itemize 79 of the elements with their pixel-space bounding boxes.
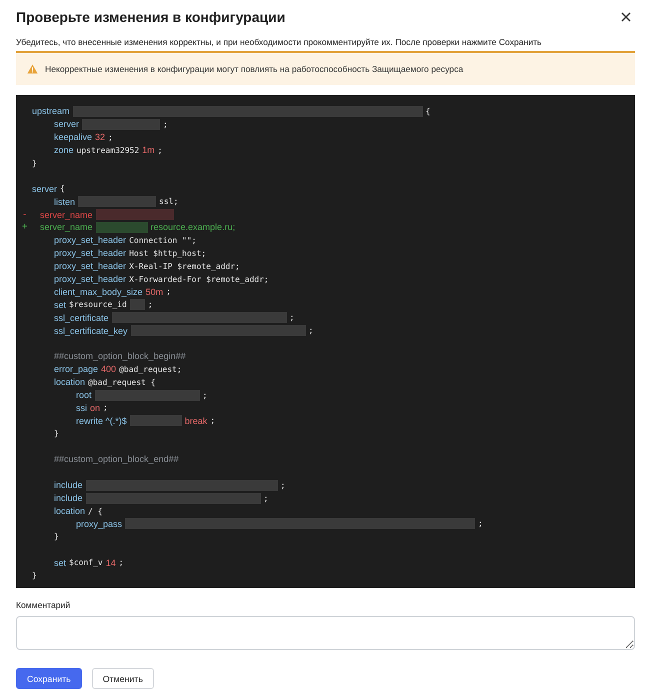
code-token: break — [184, 416, 208, 426]
redacted-block — [130, 299, 145, 310]
code-token: client_max_body_size — [54, 286, 143, 297]
code-token: 1m — [142, 145, 155, 156]
code-token: ; — [158, 146, 162, 155]
code-token: ssl_certificate — [54, 312, 109, 323]
code-token: Host $http_host; — [129, 248, 206, 258]
comment-label: Комментарий — [16, 600, 72, 610]
code-token: on — [90, 402, 100, 413]
code-token: keepalive — [54, 132, 92, 142]
code-token: ; — [108, 132, 113, 142]
code-token: 50m — [146, 286, 164, 297]
code-token: ssi — [76, 402, 87, 413]
dialog-title: Проверьте изменения в конфигурации — [16, 9, 286, 25]
code-token: upstream32952 — [76, 146, 140, 155]
code-token: ; — [264, 494, 268, 503]
code-token: proxy_set_header — [54, 235, 126, 246]
code-token: server_name — [40, 210, 93, 220]
close-icon[interactable] — [621, 12, 631, 22]
code-token: Connection ""; — [129, 236, 196, 245]
code-token: ; — [118, 558, 124, 568]
code-token: } — [32, 571, 37, 580]
code-token: } — [54, 532, 59, 542]
code-token: ; — [166, 287, 171, 296]
code-token: 400 — [101, 364, 116, 374]
code-token: ; — [202, 390, 208, 400]
code-token: X-Forwarded-For $remote_addr; — [129, 274, 269, 284]
code-token: rewrite ^(.*)$ — [76, 416, 127, 426]
code-token: X-Real-IP $remote_addr; — [129, 262, 240, 271]
code-token: / { — [88, 506, 102, 516]
code-token: proxy_set_header — [54, 248, 126, 258]
code-token: server — [54, 119, 80, 130]
code-token: @bad_request { — [88, 378, 156, 387]
code-token: { — [60, 184, 65, 194]
code-token: ; — [163, 120, 168, 129]
code-token: ##custom_option_block_begin## — [54, 351, 186, 362]
code-token: } — [32, 158, 37, 168]
code-token: ; — [210, 416, 216, 426]
code-token: ##custom_option_block_end## — [54, 454, 179, 464]
code-token: server_name — [40, 222, 93, 232]
code-token: $resource_id — [69, 300, 127, 310]
code-token: ; — [308, 326, 314, 336]
code-token: root — [76, 390, 92, 400]
code-token: ; — [148, 300, 153, 310]
code-token: server — [32, 184, 58, 194]
code-token: set — [54, 300, 66, 310]
code-token: upstream — [32, 106, 70, 116]
diff-marker: - — [22, 210, 28, 220]
code-token: include — [54, 480, 83, 490]
code-token: error_page — [54, 364, 98, 374]
diff-marker: + — [22, 222, 28, 232]
code-token: @bad_request; — [119, 364, 182, 374]
code-token: 32 — [95, 132, 106, 142]
save-button[interactable]: Сохранить — [16, 668, 82, 689]
code-token: ssl; — [159, 197, 178, 206]
code-token: { — [426, 106, 430, 116]
redacted-block — [130, 415, 182, 426]
code-token: } — [54, 429, 59, 438]
warning-text: Некорректные изменения в конфигурации могут повлиять на работоспособность Защищаемого ресурса — [45, 64, 464, 74]
cancel-button[interactable]: Отменить — [92, 668, 154, 689]
code-token: resource.example.ru; — [150, 222, 236, 232]
code-token: proxy_pass — [76, 518, 122, 529]
code-token: proxy_set_header — [54, 261, 126, 272]
code-token: proxy_set_header — [54, 274, 126, 284]
code-token: listen — [54, 196, 76, 207]
code-token: zone — [54, 145, 74, 156]
code-token: 14 — [106, 558, 116, 568]
code-token: $conf_v — [69, 558, 103, 568]
comment-field[interactable] — [16, 616, 635, 650]
code-token: ; — [290, 313, 294, 322]
warning-icon — [27, 64, 38, 74]
code-token: ssl_certificate_key — [54, 326, 128, 336]
code-token: ; — [103, 403, 108, 412]
code-token: ; — [280, 480, 286, 490]
code-token: include — [54, 493, 83, 504]
code-token: set — [54, 558, 66, 568]
code-token: location — [54, 506, 86, 516]
code-token: location — [54, 377, 86, 388]
code-token: ; — [478, 519, 483, 528]
